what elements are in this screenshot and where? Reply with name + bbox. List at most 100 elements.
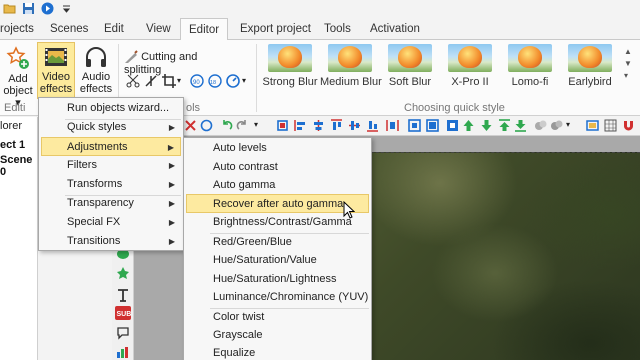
quick-styles-scroll[interactable]: ▲ ▼ ▾ bbox=[624, 46, 636, 96]
group-label-tools: ols bbox=[186, 102, 201, 114]
quick-style-thumbnail bbox=[568, 44, 612, 72]
menu-item-auto-contrast[interactable]: Auto contrast bbox=[186, 158, 369, 177]
ungroup-icon[interactable] bbox=[550, 119, 563, 132]
tab-projects[interactable]: rojects bbox=[0, 18, 34, 40]
frame-icon[interactable] bbox=[586, 119, 599, 132]
menu-item-special-fx[interactable]: Special FX ▶ bbox=[41, 213, 181, 232]
explorer-header: lorer bbox=[0, 120, 23, 132]
menu-item-transforms[interactable]: Transforms ▶ bbox=[41, 175, 181, 194]
move-up-icon[interactable] bbox=[462, 119, 475, 132]
scissors-icon[interactable] bbox=[126, 74, 140, 88]
undo-icon[interactable] bbox=[220, 119, 233, 132]
quick-style-medium-blur[interactable]: Medium Blur bbox=[320, 44, 382, 88]
align-center-icon[interactable] bbox=[312, 119, 325, 132]
quick-style-x-pro-ii[interactable]: X-Pro II bbox=[440, 44, 500, 88]
menu-item-brightness-contrast-gamma[interactable]: Brightness/Contrast/Gamma bbox=[186, 213, 369, 232]
fit-icon[interactable] bbox=[276, 119, 289, 132]
move-top-icon[interactable] bbox=[498, 119, 511, 132]
speed-dropdown-icon[interactable]: ▾ bbox=[242, 76, 246, 85]
align-middle-icon[interactable] bbox=[348, 119, 361, 132]
menu-item-hue-saturation-lightness[interactable]: Hue/Saturation/Lightness bbox=[186, 270, 369, 289]
submenu-arrow-icon: ▶ bbox=[167, 143, 174, 152]
quick-style-thumbnail bbox=[268, 44, 312, 72]
tab-view[interactable]: View bbox=[146, 18, 171, 40]
rotate-180-icon[interactable]: 18 bbox=[208, 74, 222, 88]
redo-icon[interactable] bbox=[236, 119, 249, 132]
tab-edit[interactable]: Edit bbox=[104, 18, 124, 40]
quick-style-thumbnail bbox=[448, 44, 492, 72]
quick-style-soft-blur[interactable]: Soft Blur bbox=[380, 44, 440, 88]
menu-item-filters[interactable]: Filters ▶ bbox=[41, 156, 181, 175]
text-tool-icon[interactable] bbox=[116, 288, 130, 302]
callout-tool-icon[interactable] bbox=[116, 326, 130, 340]
distribute-h-icon[interactable] bbox=[386, 119, 399, 132]
tab-editor[interactable]: Editor bbox=[180, 18, 229, 41]
speed-icon[interactable] bbox=[226, 74, 240, 88]
shape-tool-icon[interactable] bbox=[116, 266, 130, 280]
group-icon[interactable] bbox=[534, 119, 547, 132]
svg-text:18: 18 bbox=[210, 80, 216, 86]
size-stretch-icon[interactable] bbox=[426, 119, 439, 132]
menu-item-red-green-blue[interactable]: Red/Green/Blue bbox=[186, 233, 369, 252]
svg-text:90: 90 bbox=[193, 80, 200, 86]
adjustments-submenu: Auto levels Auto contrast Auto gamma Rec… bbox=[183, 137, 372, 360]
circle-icon[interactable] bbox=[200, 119, 213, 132]
save-icon[interactable] bbox=[22, 2, 35, 15]
history-dropdown-icon[interactable]: ▾ bbox=[254, 120, 258, 129]
menu-item-recover-after-auto-gamma[interactable]: Recover after auto gamma bbox=[186, 194, 369, 213]
chart-tool-icon[interactable] bbox=[116, 346, 130, 358]
menu-item-transparency[interactable]: Transparency ▶ bbox=[41, 194, 181, 213]
tab-activation[interactable]: Activation bbox=[370, 18, 420, 40]
size-fit-icon[interactable] bbox=[408, 119, 421, 132]
menu-item-auto-gamma[interactable]: Auto gamma bbox=[186, 176, 369, 195]
tab-scenes[interactable]: Scenes bbox=[50, 18, 88, 40]
group-dropdown-icon[interactable]: ▾ bbox=[566, 120, 570, 129]
grid-icon[interactable] bbox=[604, 119, 617, 132]
menu-item-luminance-chrominance[interactable]: Luminance/Chrominance (YUV) bbox=[186, 288, 369, 307]
quick-style-earlybird[interactable]: Earlybird bbox=[560, 44, 620, 88]
quick-style-thumbnail bbox=[508, 44, 552, 72]
align-top-icon[interactable] bbox=[330, 119, 343, 132]
video-effects-button[interactable]: Videoeffects ▾ bbox=[37, 42, 75, 107]
align-left-icon[interactable] bbox=[294, 119, 307, 132]
move-bottom-icon[interactable] bbox=[514, 119, 527, 132]
group-label-edit: Editi bbox=[4, 102, 26, 114]
quick-style-lomo-fi[interactable]: Lomo-fi bbox=[500, 44, 560, 88]
close-red-icon[interactable] bbox=[184, 119, 197, 132]
magnet-icon[interactable] bbox=[622, 119, 635, 132]
quick-style-thumbnail bbox=[328, 44, 372, 72]
crop-dropdown-icon[interactable]: ▾ bbox=[177, 76, 181, 85]
move-down-icon[interactable] bbox=[480, 119, 493, 132]
dropdown-icon[interactable] bbox=[60, 2, 73, 15]
menu-item-transitions[interactable]: Transitions ▶ bbox=[41, 232, 181, 251]
tab-tools[interactable]: Tools bbox=[324, 18, 351, 40]
video-effects-menu: Run objects wizard... Quick styles ▶ Adju… bbox=[38, 97, 184, 251]
crop-icon[interactable] bbox=[162, 74, 176, 88]
menu-item-run-objects-wizard[interactable]: Run objects wizard... bbox=[41, 99, 181, 118]
submenu-arrow-icon: ▶ bbox=[168, 218, 175, 227]
menu-item-equalize[interactable]: Equalize bbox=[186, 344, 369, 360]
quick-style-thumbnail bbox=[388, 44, 432, 72]
align-bottom-icon[interactable] bbox=[366, 119, 379, 132]
play-icon[interactable] bbox=[41, 2, 54, 15]
menu-item-quick-styles[interactable]: Quick styles ▶ bbox=[41, 118, 181, 137]
explorer-project-item[interactable]: ect 1 bbox=[0, 139, 25, 151]
subtitle-tool-icon[interactable]: SUB bbox=[115, 306, 131, 320]
add-object-button[interactable]: Add object ▾ bbox=[0, 44, 36, 109]
size-fill-icon[interactable] bbox=[446, 119, 459, 132]
folder-icon[interactable] bbox=[3, 2, 16, 15]
menu-item-adjustments[interactable]: Adjustments ▶ bbox=[41, 137, 181, 156]
audio-effects-button[interactable]: Audioeffects ▾ bbox=[78, 44, 114, 107]
menu-item-auto-levels[interactable]: Auto levels bbox=[186, 139, 369, 158]
tab-export-project[interactable]: Export project bbox=[240, 18, 311, 40]
menu-item-color-twist[interactable]: Color twist bbox=[186, 308, 369, 327]
submenu-arrow-icon: ▶ bbox=[168, 180, 175, 189]
menu-item-hue-saturation-value[interactable]: Hue/Saturation/Value bbox=[186, 251, 369, 270]
split-icon[interactable] bbox=[144, 74, 158, 88]
rotate-90-icon[interactable]: 90 bbox=[190, 74, 204, 88]
menu-item-grayscale[interactable]: Grayscale bbox=[186, 326, 369, 345]
explorer-scene-item[interactable]: Scene 0 bbox=[0, 154, 37, 178]
cutting-splitting-button[interactable]: Cutting and splitting bbox=[124, 50, 236, 76]
svg-text:SUB: SUB bbox=[117, 311, 132, 318]
quick-style-strong-blur[interactable]: Strong Blur bbox=[260, 44, 320, 88]
